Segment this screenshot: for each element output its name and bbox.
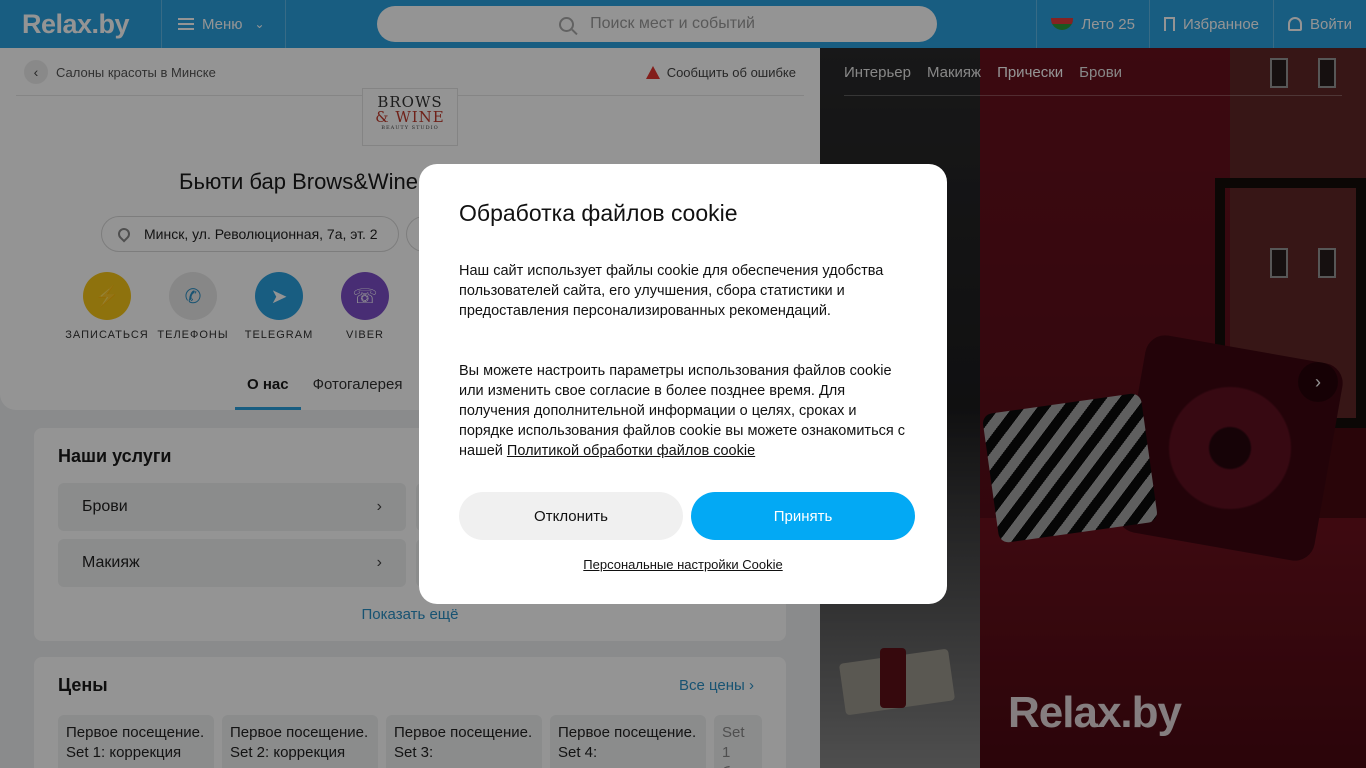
cookie-paragraph-1: Наш сайт использует файлы cookie для обе… <box>459 263 884 319</box>
cookie-policy-link[interactable]: Политикой обработки файлов cookie <box>507 443 755 459</box>
cookie-settings-link[interactable]: Персональные настройки Cookie <box>419 557 947 572</box>
cookie-modal: Обработка файлов cookie Наш сайт использ… <box>419 164 947 604</box>
decline-button[interactable]: Отклонить <box>459 492 683 540</box>
cookie-paragraph-2: Вы можете настроить параметры использова… <box>459 361 909 461</box>
accept-button[interactable]: Принять <box>691 492 915 540</box>
modal-title: Обработка файлов cookie <box>459 200 738 226</box>
